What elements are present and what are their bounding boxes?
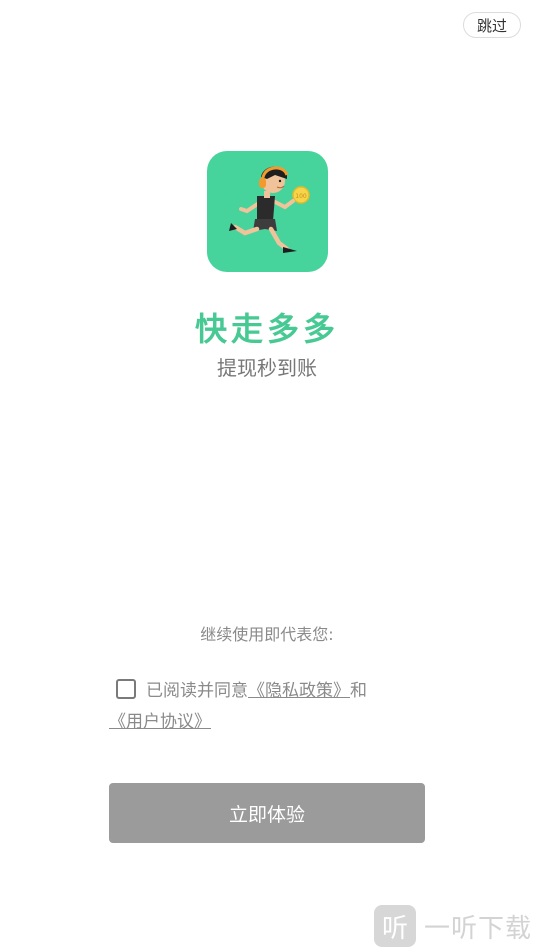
agreement-row-2: 《用户协议》 [109,707,211,732]
agreement-prefix: 已阅读并同意 [146,681,248,701]
coin-text: 100 [295,193,307,200]
app-logo: 100 [207,151,328,272]
app-name: 快走多多 [194,310,339,348]
agreement-notice: 继续使用即代表您: [200,625,334,644]
skip-button[interactable]: 跳过 [463,12,521,38]
start-experience-button[interactable]: 立即体验 [109,783,425,843]
agreement-row: 已阅读并同意 《隐私政策》 和 [116,676,367,701]
watermark: 听 一听下载 [374,905,532,947]
agreement-conjunction: 和 [350,681,367,701]
running-man-icon: 100 [229,166,310,253]
user-agreement-link[interactable]: 《用户协议》 [109,712,211,732]
watermark-text: 一听下载 [424,913,533,944]
splash-screen: 跳过 100 快走多多 提现秒到账 继续使用即代表您: 已阅读并同意 《隐私政策… [0,0,534,949]
privacy-policy-link[interactable]: 《隐私政策》 [248,676,350,701]
app-slogan: 提现秒到账 [217,356,317,380]
watermark-logo-icon: 听 [374,905,416,947]
agree-checkbox[interactable] [116,678,136,699]
